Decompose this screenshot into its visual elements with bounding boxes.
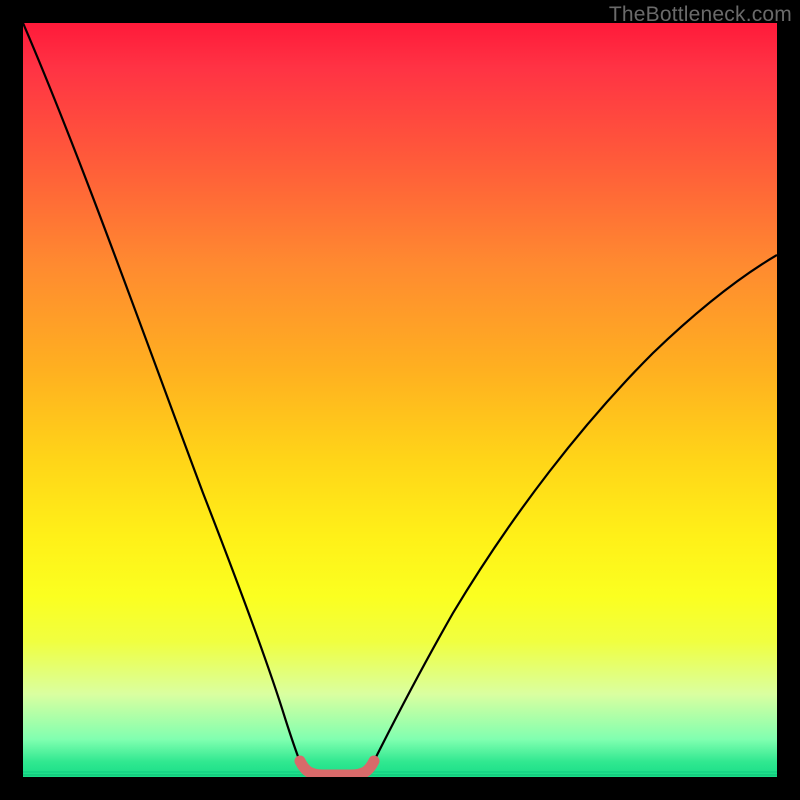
left-curve-line <box>23 23 303 769</box>
chart-container: TheBottleneck.com <box>0 0 800 800</box>
watermark-text: TheBottleneck.com <box>609 3 792 27</box>
chart-svg <box>23 23 777 777</box>
notch-accent <box>300 761 374 775</box>
right-curve-line <box>370 255 777 769</box>
